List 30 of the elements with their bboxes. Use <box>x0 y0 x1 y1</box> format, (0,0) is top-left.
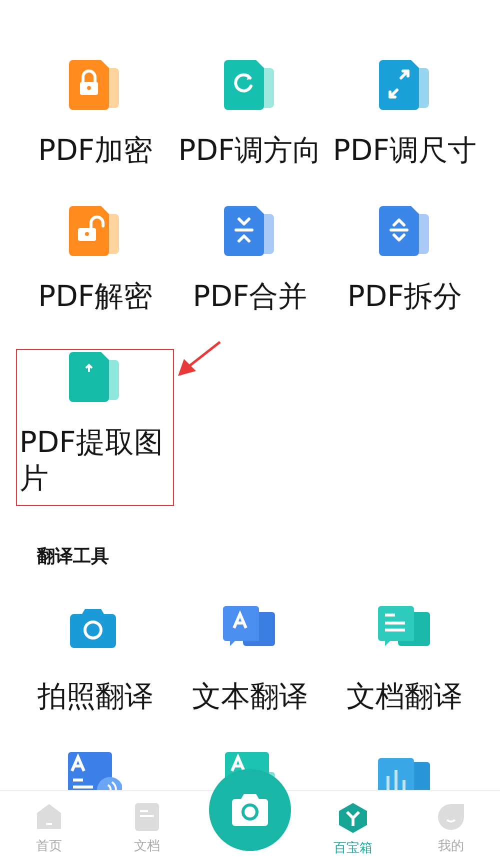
rotate-document-icon <box>224 60 276 110</box>
section-title: 翻译工具 <box>36 545 110 568</box>
tool-label: PDF加密 <box>38 132 153 168</box>
toolbox-hexagon-icon <box>338 803 367 833</box>
document-icon <box>134 803 160 831</box>
tool-tile[interactable]: PDF加密 <box>18 60 173 168</box>
unlock-document-icon <box>69 206 122 256</box>
split-document-icon <box>378 206 431 256</box>
annotation-arrow <box>178 341 221 376</box>
tool-tile[interactable]: PDF解密 <box>18 206 173 314</box>
merge-document-icon <box>224 206 276 256</box>
tool-label: PDF调方向 <box>178 132 322 168</box>
lock-document-icon <box>69 60 122 110</box>
tool-label: PDF提取图片 <box>19 424 164 496</box>
tool-label: 拍照翻译 <box>37 678 154 714</box>
upload-document-icon <box>69 352 122 402</box>
tool-label: 文档翻译 <box>346 678 463 714</box>
tool-label: PDF合并 <box>192 278 308 314</box>
tool-tile[interactable]: PDF调尺寸 <box>327 60 482 168</box>
tool-label: 文本翻译 <box>192 678 308 714</box>
smiley-icon <box>436 803 465 831</box>
tool-label: PDF拆分 <box>347 278 462 314</box>
tool-label: PDF解密 <box>38 278 153 314</box>
home-icon <box>35 803 64 831</box>
tool-tile[interactable]: PDF拆分 <box>327 206 482 314</box>
tool-tile[interactable]: PDF合并 <box>172 206 328 314</box>
resize-document-icon <box>378 60 431 110</box>
tool-label: PDF调尺寸 <box>332 132 476 168</box>
camera-icon <box>232 794 268 826</box>
tool-tile[interactable]: PDF调方向 <box>172 60 328 168</box>
